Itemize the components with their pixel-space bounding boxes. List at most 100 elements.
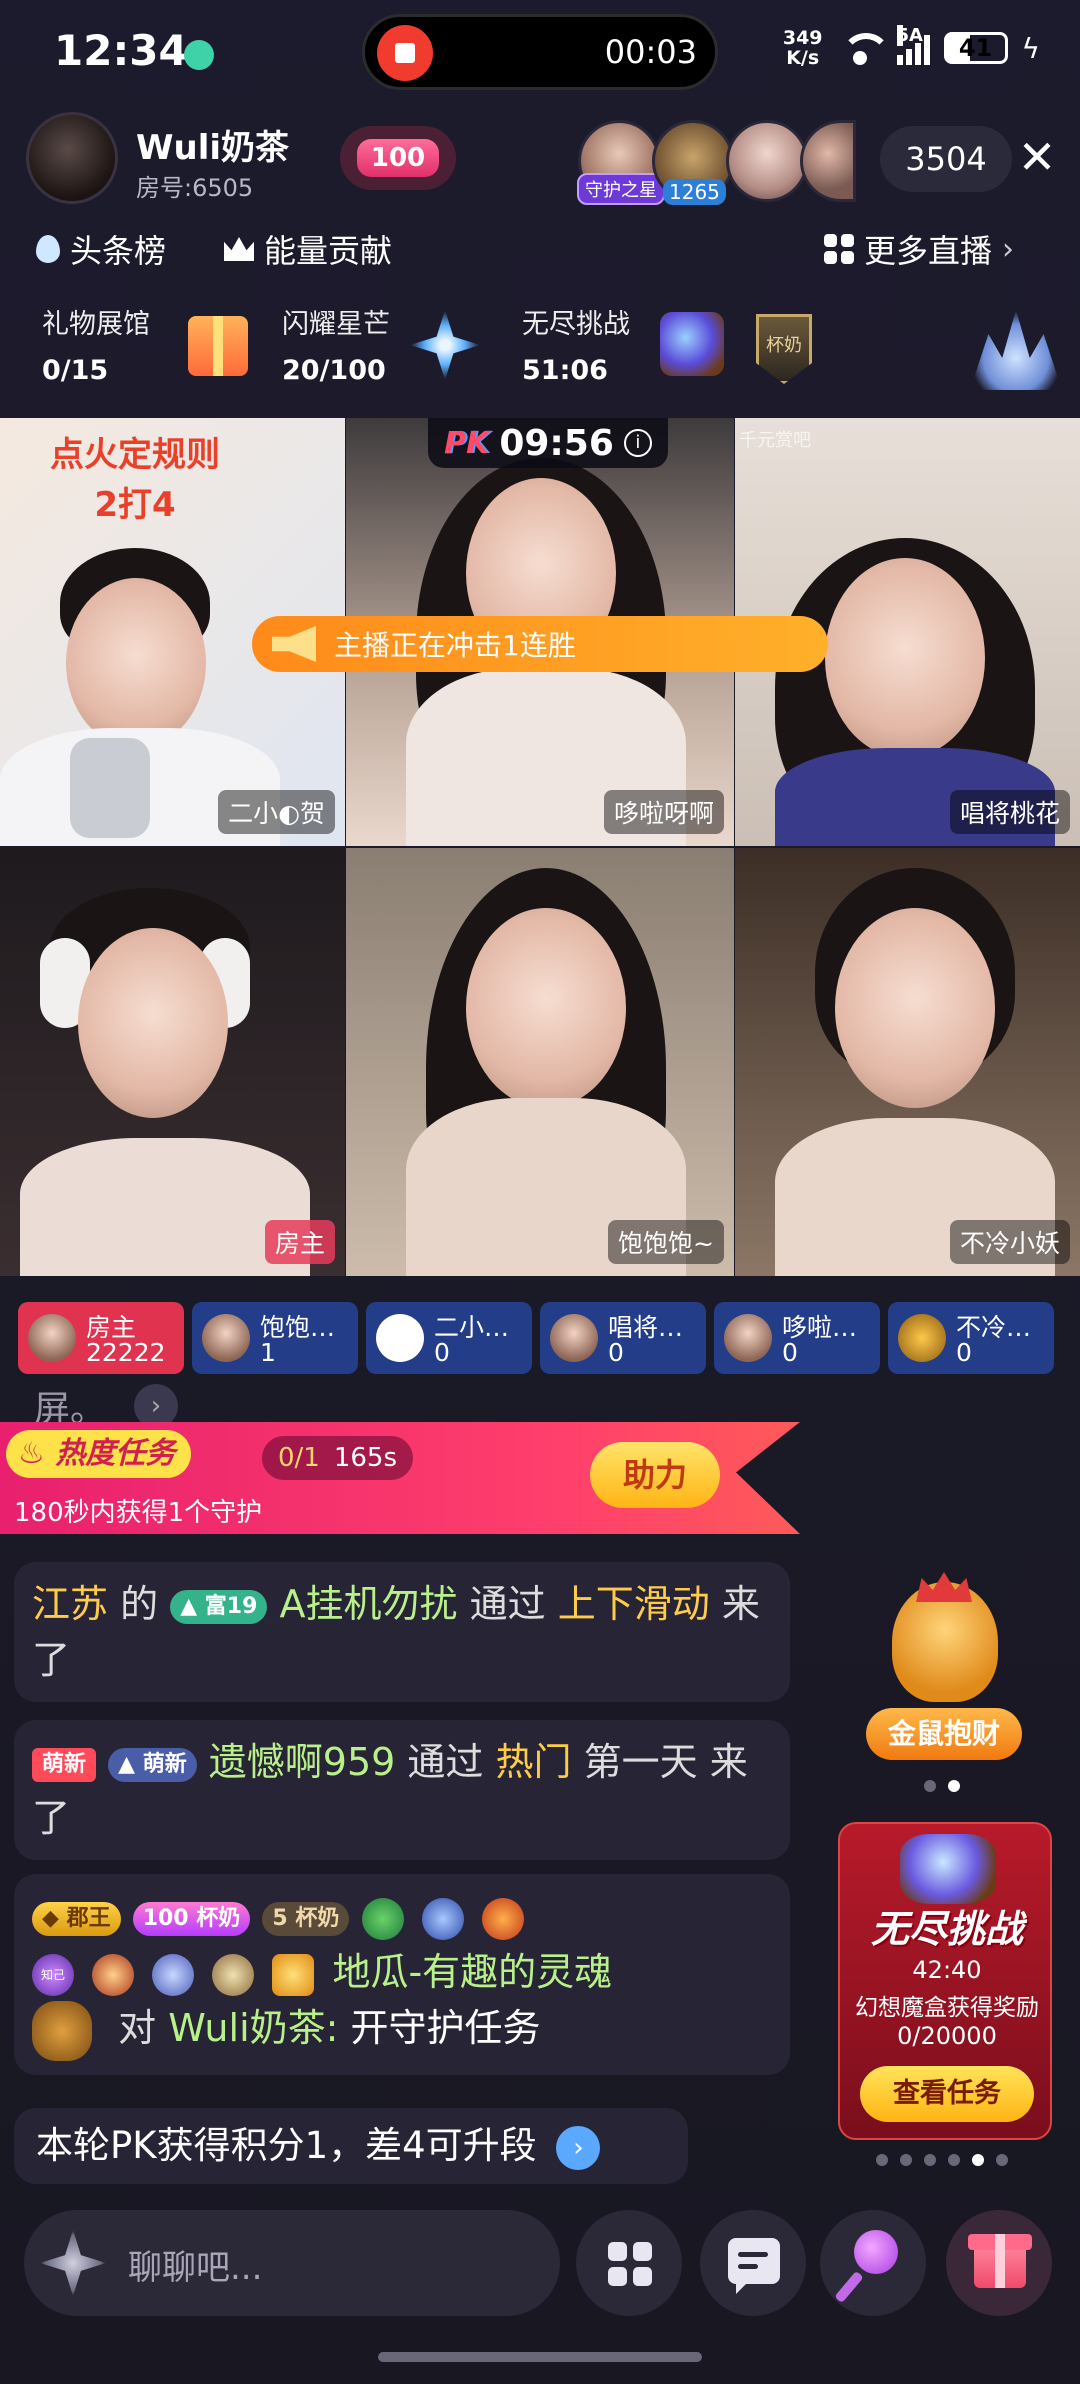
medal-icon — [212, 1953, 255, 1996]
task-gift-hall[interactable]: 礼物展馆 0/15 — [42, 302, 150, 386]
chat-message[interactable]: 江苏 的 ▲ 富19 A挂机勿扰 通过 上下滑动 来了 — [14, 1562, 790, 1702]
viewer-avatar[interactable]: 守护之星 — [577, 120, 665, 205]
cellular-signal-icon: 5A — [896, 25, 930, 65]
microphone-icon — [854, 2230, 898, 2274]
score-chip[interactable]: 哆啦… 0 — [714, 1302, 880, 1374]
avatar — [898, 1314, 946, 1362]
medal-icon — [152, 1953, 195, 1996]
medal-icon — [481, 1897, 524, 1940]
heat-task-banner[interactable]: ♨ 热度任务 0/1 165s 180秒内获得1个守护 助力 — [0, 1422, 800, 1534]
rank-tabs: 头条榜 能量贡献 更多直播 › — [36, 226, 1060, 286]
anchor-name: 饱饱饱~ — [608, 1220, 724, 1264]
pk-timer[interactable]: PK 09:56 i — [428, 418, 668, 468]
sparkle-icon — [40, 2230, 106, 2296]
score-chip[interactable]: 房主 22222 — [18, 1302, 184, 1374]
flame-icon: ♨ — [18, 1436, 56, 1471]
avatar — [376, 1314, 424, 1362]
anchor-name: 房主 — [264, 1220, 335, 1264]
heat-task-tag: ♨ 热度任务 — [6, 1430, 192, 1478]
score-chip[interactable]: 饱饱… 1 — [192, 1302, 358, 1374]
mic-button[interactable] — [820, 2210, 926, 2316]
host-avatar[interactable] — [26, 112, 118, 204]
live-room-screen: 12:34 00:03 349 K/s 5A 41 ϟ Wuli奶茶 房号:65… — [0, 0, 1080, 2384]
message-button[interactable] — [700, 2210, 806, 2316]
online-count[interactable]: 3504 — [880, 126, 1012, 192]
video-cell[interactable]: 饱饱饱~ — [346, 848, 734, 1276]
carousel-dots — [876, 2154, 1008, 2166]
more-functions-button[interactable] — [576, 2210, 682, 2316]
chevron-right-icon[interactable]: › — [556, 2125, 601, 2170]
star-icon — [410, 310, 480, 380]
top-viewers: 守护之星 1265 — [577, 120, 856, 205]
chevron-right-icon: › — [1002, 231, 1015, 267]
assist-button[interactable]: 助力 — [590, 1442, 720, 1508]
newbie-level-badge: ▲ 萌新 — [108, 1747, 197, 1782]
fan-badge-small: 5 杯奶 — [262, 1901, 350, 1936]
video-cell[interactable]: 不冷小妖 — [735, 848, 1080, 1276]
endless-challenge-widget[interactable]: 无尽挑战 42:40 幻想魔盒获得奖励 0/20000 查看任务 — [838, 1822, 1052, 2140]
chat-message[interactable]: 萌新 ▲ 萌新 遗憾啊959 通过 热门 第一天 来了 — [14, 1720, 790, 1860]
avatar — [724, 1314, 772, 1362]
task-strip: 礼物展馆 0/15 闪耀星芒 20/100 无尽挑战 51:06 杯奶 — [0, 302, 1080, 402]
streak-banner: 主播正在冲击1连胜 — [252, 616, 828, 672]
medal-icon — [421, 1897, 464, 1940]
pk-score-message[interactable]: 本轮PK获得积分1，差4可升段 › — [14, 2108, 688, 2184]
close-icon[interactable]: ✕ — [1012, 132, 1062, 182]
battery-icon: 41 — [943, 32, 1008, 64]
fan-badge: 100 杯奶 — [132, 1901, 251, 1936]
app-notification-icon — [184, 40, 214, 70]
anchor-name: 二小◐贺 — [218, 790, 335, 834]
newbie-badge: 萌新 — [32, 1747, 97, 1782]
chat-input[interactable]: 聊聊吧... — [24, 2210, 560, 2316]
lion-avatar-icon — [32, 2000, 92, 2061]
megaphone-icon — [272, 626, 316, 662]
anchor-name: 哆啦呀啊 — [603, 790, 724, 834]
status-icons: 349 K/s 5A 41 ϟ — [783, 25, 1040, 68]
chevron-right-icon[interactable]: › — [134, 1384, 178, 1428]
rank-shield-icon[interactable]: 杯奶 — [756, 314, 812, 384]
info-icon[interactable]: i — [623, 429, 652, 457]
task-shining-star[interactable]: 闪耀星芒 20/100 — [282, 302, 390, 386]
grid-icon — [824, 234, 854, 264]
charging-icon: ϟ — [1021, 31, 1040, 65]
score-chip[interactable]: 不冷… 0 — [888, 1302, 1054, 1374]
pk-logo: PK — [444, 425, 490, 461]
tab-energy[interactable]: 能量贡献 — [224, 226, 392, 272]
viewer-contribution: 1265 — [663, 179, 726, 205]
grid-icon — [608, 2242, 652, 2286]
anchor-name: 唱将桃花 — [949, 790, 1070, 834]
tab-headline[interactable]: 头条榜 — [36, 226, 166, 272]
chat-message[interactable]: ◆ 郡王 100 杯奶 5 杯奶 知己 地瓜-有趣的灵魂 对 Wuli奶茶: 开… — [14, 1874, 790, 2075]
avatar — [202, 1314, 250, 1362]
avatar — [28, 1314, 76, 1362]
host-name[interactable]: Wuli奶茶 — [136, 120, 289, 169]
screen-recording-pill[interactable]: 00:03 — [362, 14, 718, 90]
golden-rat-widget[interactable]: 金鼠抱财 — [866, 1572, 1022, 1760]
guard-star-tag: 守护之星 — [577, 173, 665, 205]
gift-box-icon — [188, 316, 248, 376]
home-indicator[interactable] — [378, 2352, 702, 2362]
stop-recording-icon[interactable] — [377, 25, 433, 81]
score-chip[interactable]: 唱将… 0 — [540, 1302, 706, 1374]
treasure-chest-icon — [660, 312, 724, 376]
noble-badge: ◆ 郡王 — [32, 1901, 121, 1936]
bottom-bar: 聊聊吧... — [0, 2210, 1080, 2320]
status-bar: 12:34 00:03 349 K/s 5A 41 ϟ — [0, 0, 1080, 104]
fan-club-badge[interactable]: 100 — [340, 126, 456, 190]
viewer-avatar[interactable] — [800, 120, 856, 202]
medal-icon — [272, 1953, 315, 1996]
medal-icon: 知己 — [32, 1953, 74, 1996]
gift-button[interactable] — [946, 2210, 1052, 2316]
medal-icon — [361, 1897, 404, 1940]
score-chip[interactable]: 二小… 0 — [366, 1302, 532, 1374]
view-tasks-button[interactable]: 查看任务 — [860, 2066, 1034, 2122]
wealth-badge: ▲ 富19 — [170, 1589, 268, 1624]
crown-icon — [224, 237, 254, 261]
more-live-button[interactable]: 更多直播 › — [824, 226, 1014, 272]
viewer-avatar[interactable] — [726, 120, 808, 202]
medal-icon — [92, 1953, 135, 1996]
viewer-avatar[interactable]: 1265 — [652, 120, 734, 205]
heat-task-progress: 0/1 165s — [262, 1436, 414, 1480]
video-cell[interactable]: 房主 — [0, 848, 345, 1276]
task-endless-challenge[interactable]: 无尽挑战 51:06 — [522, 302, 630, 386]
